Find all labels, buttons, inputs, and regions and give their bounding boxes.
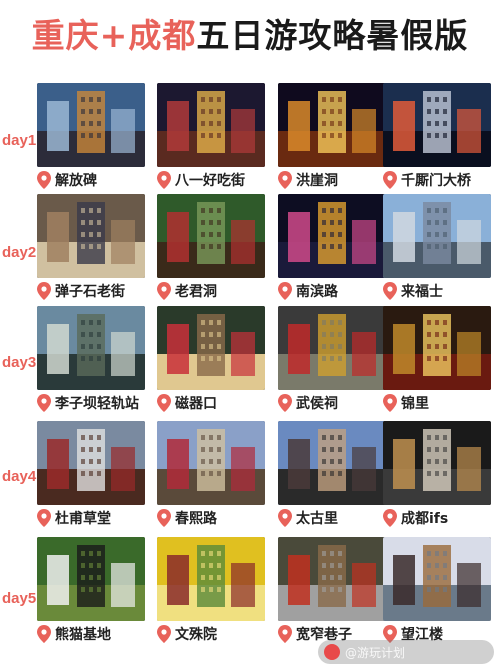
place-name: 解放碑 [55, 173, 97, 189]
place-caption: 千厮门大桥 [383, 169, 491, 191]
location-pin-icon [278, 625, 292, 643]
place-caption: 武侯祠 [278, 392, 386, 414]
place-photo [157, 83, 265, 167]
place-name: 文殊院 [175, 627, 217, 643]
place-photo [37, 194, 145, 278]
watermark-logo-icon [324, 644, 340, 660]
location-pin-icon [278, 509, 292, 527]
place-name: 熊猫基地 [55, 627, 111, 643]
location-pin-icon [278, 171, 292, 189]
place-caption: 洪崖洞 [278, 169, 386, 191]
place-name: 磁器口 [175, 396, 217, 412]
location-pin-icon [383, 509, 397, 527]
place-photo [157, 537, 265, 621]
day-label-2: day2 [2, 244, 37, 261]
location-pin-icon [157, 282, 171, 300]
location-pin-icon [383, 171, 397, 189]
location-pin-icon [37, 625, 51, 643]
place-photo [37, 306, 145, 390]
place-caption: 熊猫基地 [37, 623, 145, 645]
place-photo [157, 421, 265, 505]
place-caption: 太古里 [278, 507, 386, 529]
location-pin-icon [157, 394, 171, 412]
place-name: 春熙路 [175, 511, 217, 527]
place-caption: 弹子石老街 [37, 280, 145, 302]
location-pin-icon [37, 171, 51, 189]
place-caption: 文殊院 [157, 623, 265, 645]
place-caption: 南滨路 [278, 280, 386, 302]
day-label-3: day3 [2, 354, 37, 371]
watermark-text: @游玩计划 [345, 645, 406, 660]
place-photo [383, 421, 491, 505]
place-photo [383, 537, 491, 621]
place-photo [157, 194, 265, 278]
place-name: 杜甫草堂 [55, 511, 111, 527]
place-photo [383, 83, 491, 167]
place-name: 千厮门大桥 [401, 173, 471, 189]
location-pin-icon [278, 282, 292, 300]
place-name: 老君洞 [175, 284, 217, 300]
day-label-4: day4 [2, 468, 37, 485]
location-pin-icon [37, 282, 51, 300]
place-photo [383, 194, 491, 278]
place-caption: 磁器口 [157, 392, 265, 414]
place-photo [278, 194, 386, 278]
place-caption: 成都ifs [383, 507, 491, 529]
place-caption: 来福士 [383, 280, 491, 302]
page-title: 重庆+成都五日游攻略暑假版 [0, 8, 500, 64]
place-name: 武侯祠 [296, 396, 338, 412]
place-name: 来福士 [401, 284, 443, 300]
place-name: 成都ifs [401, 511, 449, 527]
place-name: 南滨路 [296, 284, 338, 300]
place-name: 太古里 [296, 511, 338, 527]
place-name: 锦里 [401, 396, 429, 412]
title-highlight: 重庆+成都 [31, 16, 197, 55]
place-photo [278, 306, 386, 390]
title-main: 五日游攻略暑假版 [196, 16, 469, 55]
place-caption: 老君洞 [157, 280, 265, 302]
location-pin-icon [157, 171, 171, 189]
location-pin-icon [383, 394, 397, 412]
place-caption: 锦里 [383, 392, 491, 414]
place-name: 弹子石老街 [55, 284, 125, 300]
day-label-1: day1 [2, 132, 37, 149]
location-pin-icon [37, 394, 51, 412]
place-name: 洪崖洞 [296, 173, 338, 189]
place-photo [383, 306, 491, 390]
place-caption: 八一好吃街 [157, 169, 265, 191]
day-label-5: day5 [2, 590, 37, 607]
watermark: @游玩计划 [318, 640, 494, 664]
location-pin-icon [157, 509, 171, 527]
place-name: 八一好吃街 [175, 173, 245, 189]
place-photo [37, 537, 145, 621]
place-photo [278, 83, 386, 167]
place-photo [157, 306, 265, 390]
place-caption: 春熙路 [157, 507, 265, 529]
place-photo [278, 537, 386, 621]
location-pin-icon [278, 394, 292, 412]
place-photo [37, 83, 145, 167]
location-pin-icon [383, 282, 397, 300]
place-photo [37, 421, 145, 505]
place-caption: 李子坝轻轨站 [37, 392, 145, 414]
place-caption: 杜甫草堂 [37, 507, 145, 529]
place-photo [278, 421, 386, 505]
place-caption: 解放碑 [37, 169, 145, 191]
location-pin-icon [157, 625, 171, 643]
location-pin-icon [37, 509, 51, 527]
place-name: 李子坝轻轨站 [55, 396, 139, 412]
